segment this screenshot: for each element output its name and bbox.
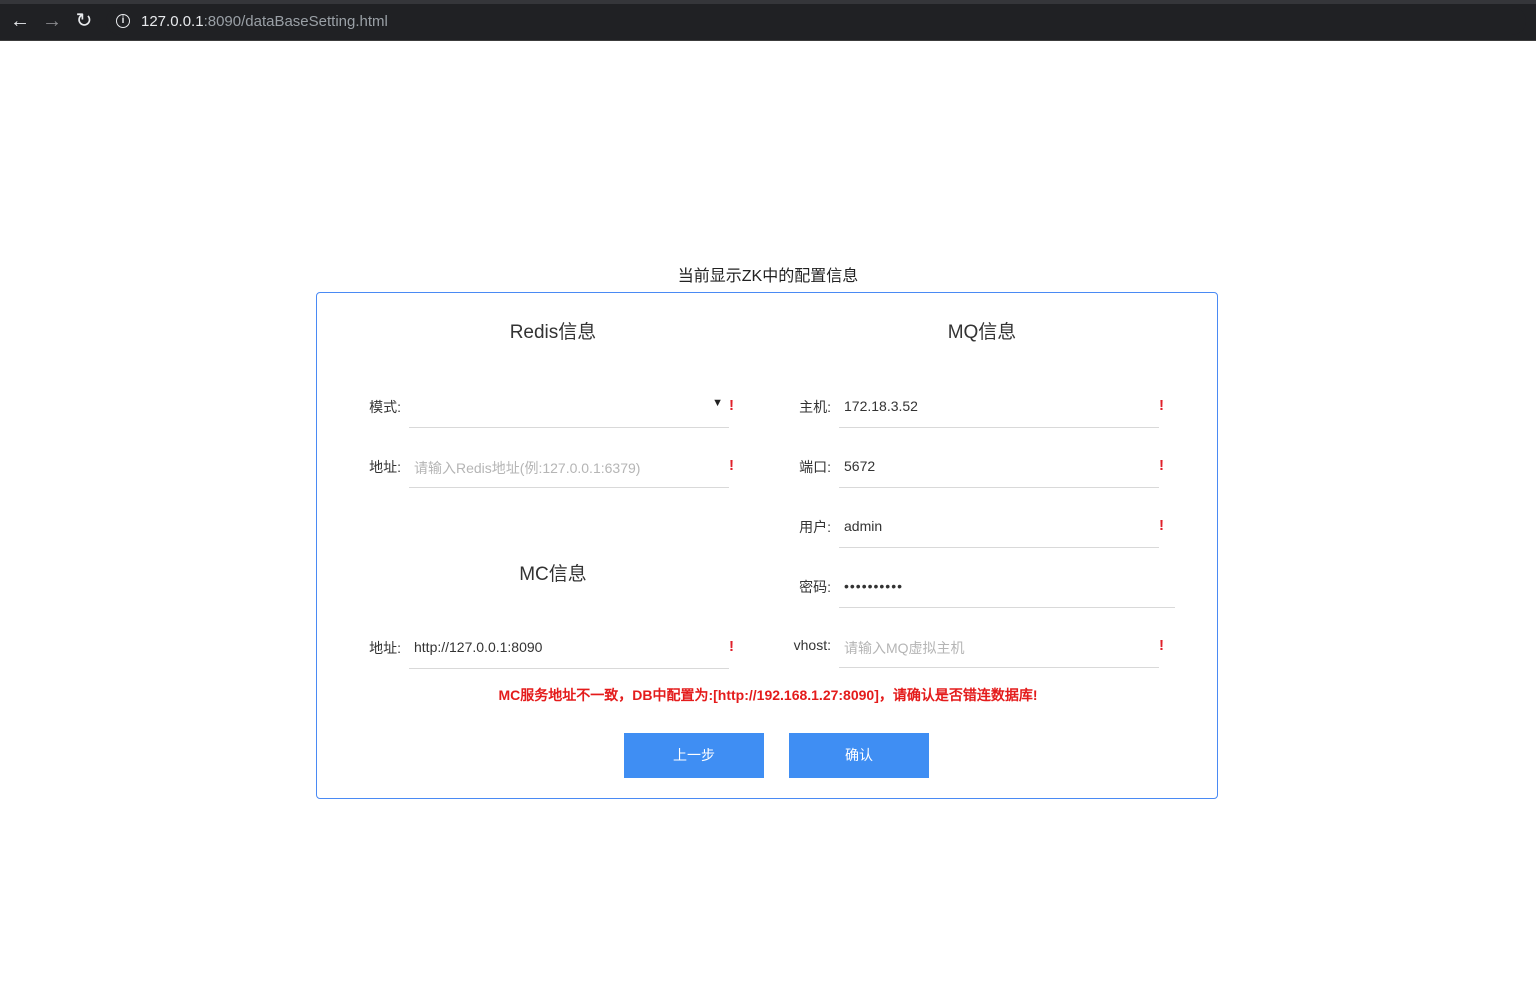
back-arrow-icon[interactable]: ← xyxy=(8,9,32,33)
redis-mode-select[interactable]: ▼ xyxy=(409,384,729,428)
mq-host-required-icon: ! xyxy=(1159,397,1164,414)
redis-section-title: Redis信息 xyxy=(509,322,597,343)
mc-section-title: MC信息 xyxy=(519,564,587,585)
mq-host-label: 主机: xyxy=(799,399,831,415)
tab-strip xyxy=(0,0,1536,4)
mq-vhost-label: vhost: xyxy=(793,637,831,653)
mc-address-required-icon: ! xyxy=(729,638,734,655)
mq-host-value: 172.18.3.52 xyxy=(844,398,918,414)
mq-vhost-placeholder: 请输入MQ虚拟主机 xyxy=(844,640,965,656)
redis-address-label: 地址: xyxy=(369,459,401,475)
redis-address-placeholder: 请输入Redis地址(例:127.0.0.1:6379) xyxy=(414,460,641,476)
reload-icon[interactable]: ↻ xyxy=(72,9,96,33)
mc-address-input[interactable]: http://127.0.0.1:8090 xyxy=(409,625,729,669)
error-message: MC服务地址不一致，DB中配置为:[http://192.168.1.27:80… xyxy=(498,687,1038,703)
mq-user-value: admin xyxy=(844,518,883,534)
redis-mode-label: 模式: xyxy=(369,399,401,415)
address-bar[interactable]: i 127.0.0.1:8090/dataBaseSetting.html xyxy=(106,7,1526,35)
page-title: 当前显示ZK中的配置信息 xyxy=(677,268,859,285)
redis-mode-required-icon: ! xyxy=(729,397,734,414)
mq-section-title: MQ信息 xyxy=(947,322,1017,343)
mq-port-label: 端口: xyxy=(799,459,831,475)
mc-address-value: http://127.0.0.1:8090 xyxy=(414,639,543,655)
url-host: 127.0.0.1 xyxy=(141,13,204,30)
confirm-button[interactable]: 确认 xyxy=(789,733,929,778)
dropdown-caret-icon: ▼ xyxy=(712,397,723,409)
prev-step-button[interactable]: 上一步 xyxy=(624,733,764,778)
mq-host-input[interactable]: 172.18.3.52 xyxy=(839,384,1159,428)
mq-port-value: 5672 xyxy=(844,458,876,474)
mq-vhost-required-icon: ! xyxy=(1159,637,1164,654)
redis-address-input[interactable]: 请输入Redis地址(例:127.0.0.1:6379) xyxy=(409,444,729,488)
mq-user-required-icon: ! xyxy=(1159,517,1164,534)
mq-user-label: 用户: xyxy=(799,519,831,535)
mq-vhost-input[interactable]: 请输入MQ虚拟主机 xyxy=(839,624,1159,668)
mq-password-value: •••••••••• xyxy=(844,578,904,594)
config-panel: Redis信息 模式: ▼ ! 地址: 请输入Redis地址(例:127.0.0… xyxy=(316,292,1218,799)
mq-port-required-icon: ! xyxy=(1159,457,1164,474)
url-path: :8090/dataBaseSetting.html xyxy=(203,13,388,30)
mq-port-input[interactable]: 5672 xyxy=(839,444,1159,488)
url-text: 127.0.0.1:8090/dataBaseSetting.html xyxy=(141,13,388,30)
mc-address-label: 地址: xyxy=(369,640,401,656)
site-info-icon[interactable]: i xyxy=(116,14,130,28)
mq-password-input[interactable]: •••••••••• xyxy=(839,564,1175,608)
forward-arrow-icon[interactable]: → xyxy=(40,9,64,33)
mq-user-input[interactable]: admin xyxy=(839,504,1159,548)
redis-address-required-icon: ! xyxy=(729,457,734,474)
mq-password-label: 密码: xyxy=(799,579,831,595)
browser-toolbar: ← → ↻ i 127.0.0.1:8090/dataBaseSetting.h… xyxy=(0,0,1536,41)
